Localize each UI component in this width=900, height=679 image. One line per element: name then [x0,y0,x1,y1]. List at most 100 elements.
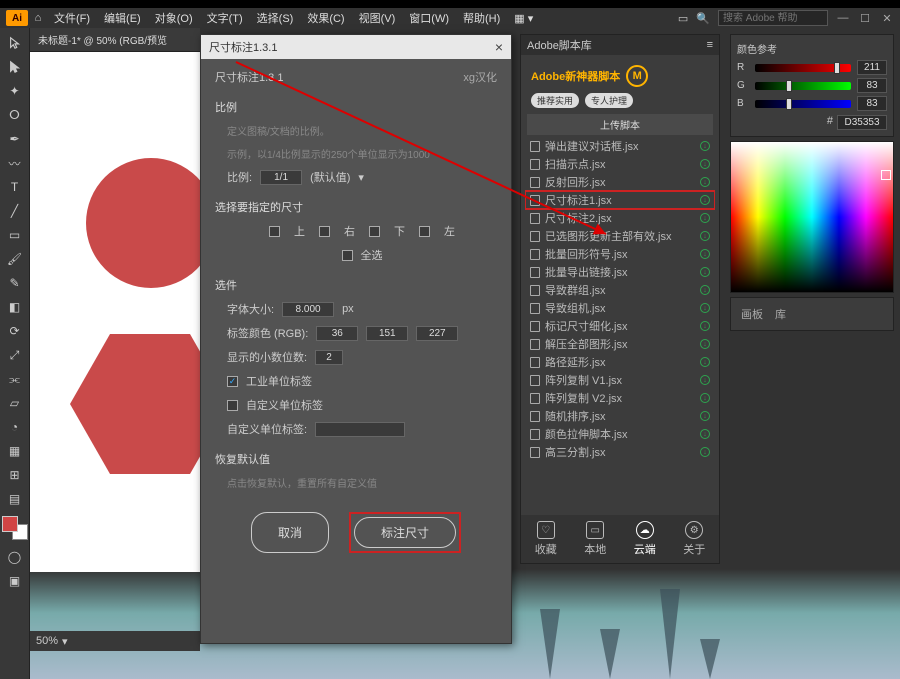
spectrum-marker[interactable] [881,170,891,180]
script-item[interactable]: 批量导出链接.jsx↓ [525,263,715,281]
search-input[interactable] [718,10,828,26]
download-icon[interactable]: ↓ [700,177,710,187]
b-slider[interactable] [755,100,851,108]
lasso-tool[interactable]: ⵔ [2,104,28,126]
footer-about[interactable]: ⚙关于 [683,521,705,557]
shaper-tool[interactable]: ✎ [2,272,28,294]
curve-tool[interactable]: 〰 [2,152,28,174]
download-icon[interactable]: ↓ [700,339,710,349]
chk-up[interactable] [269,226,280,237]
dialog-credit[interactable]: xg汉化 [463,69,497,85]
download-icon[interactable]: ↓ [700,429,710,439]
scale-input[interactable] [260,170,302,185]
rect-tool[interactable]: ▭ [2,224,28,246]
custom-unit-input[interactable] [315,422,405,437]
script-item[interactable]: 颜色拉伸脚本.jsx↓ [525,425,715,443]
menu-select[interactable]: 选择(S) [251,8,300,28]
script-item[interactable]: 阵列复制 V2.jsx↓ [525,389,715,407]
download-icon[interactable]: ↓ [700,195,710,205]
script-item[interactable]: 随机排序.jsx↓ [525,407,715,425]
script-item[interactable]: 已选图形更新主部有效.jsx↓ [525,227,715,245]
script-item[interactable]: 阵列复制 V1.jsx↓ [525,371,715,389]
dec-input[interactable] [315,350,343,365]
g-slider[interactable] [755,82,851,90]
document-tab[interactable]: 未标题-1* @ 50% (RGB/预览 [30,28,200,52]
menu-view[interactable]: 视图(V) [353,8,402,28]
menu-file[interactable]: 文件(F) [48,8,96,28]
menu-effect[interactable]: 效果(C) [301,8,350,28]
zoom-dropdown-icon[interactable]: ▾ [62,635,68,648]
ok-button[interactable]: 标注尺寸 [354,517,456,548]
eraser-tool[interactable]: ◧ [2,296,28,318]
script-item[interactable]: 批量回形符号.jsx↓ [525,245,715,263]
tab-swatchboard[interactable]: 画板 [741,306,763,322]
script-item[interactable]: 导致组机.jsx↓ [525,299,715,317]
chk-left[interactable] [419,226,430,237]
download-icon[interactable]: ↓ [700,267,710,277]
free-transform-tool[interactable]: ▱ [2,392,28,414]
share-icon[interactable]: ▭ [678,12,688,25]
rotate-tool[interactable]: ⟳ [2,320,28,342]
search-icon[interactable]: 🔍 [696,12,710,25]
footer-cloud[interactable]: ☁云端 [634,521,656,557]
pen-tool[interactable]: ✒ [2,128,28,150]
script-item[interactable]: 导致群组.jsx↓ [525,281,715,299]
canvas[interactable] [30,52,200,572]
script-panel-tab[interactable]: Adobe脚本库 ≡ [521,35,719,55]
script-item[interactable]: 扫描示点.jsx↓ [525,155,715,173]
download-icon[interactable]: ↓ [700,393,710,403]
download-icon[interactable]: ↓ [700,159,710,169]
chk-right[interactable] [319,226,330,237]
selection-tool[interactable] [2,32,28,54]
width-tool[interactable]: ⫘ [2,368,28,390]
scale-tool[interactable]: ⤢ [2,344,28,366]
line-tool[interactable]: ╱ [2,200,28,222]
perspective-tool[interactable]: ▦ [2,440,28,462]
script-item[interactable]: 尺寸标注1.jsx↓ [525,191,715,209]
menu-type[interactable]: 文字(T) [201,8,249,28]
footer-fav[interactable]: ♡收藏 [535,521,557,557]
download-icon[interactable]: ↓ [700,285,710,295]
type-tool[interactable]: T [2,176,28,198]
color-b-input[interactable] [416,326,458,341]
script-item[interactable]: 解压全部图形.jsx↓ [525,335,715,353]
upload-tab[interactable]: 上传脚本 [527,114,713,135]
script-item[interactable]: 反射回形.jsx↓ [525,173,715,191]
download-icon[interactable]: ↓ [700,249,710,259]
minimize-icon[interactable]: — [836,11,850,25]
screen-mode-icon[interactable]: ▣ [2,570,28,592]
color-g-input[interactable] [366,326,408,341]
download-icon[interactable]: ↓ [700,231,710,241]
panel-menu-icon[interactable]: ≡ [707,39,713,51]
pill-curated[interactable]: 专人护理 [585,93,633,108]
shape-builder-tool[interactable]: ◔ [2,416,28,438]
chk-all[interactable] [342,250,353,261]
footer-local[interactable]: ▭本地 [584,521,606,557]
menu-object[interactable]: 对象(O) [149,8,199,28]
direct-select-tool[interactable] [2,56,28,78]
color-r-input[interactable] [316,326,358,341]
scale-dropdown-icon[interactable]: ▾ [358,171,364,184]
chk-eng-unit[interactable] [227,376,238,387]
maximize-icon[interactable]: ☐ [858,11,872,25]
menu-window[interactable]: 窗口(W) [403,8,455,28]
dialog-close-icon[interactable]: × [495,39,503,55]
download-icon[interactable]: ↓ [700,213,710,223]
font-input[interactable] [282,302,334,317]
zoom-value[interactable]: 50% [36,635,58,647]
download-icon[interactable]: ↓ [700,447,710,457]
menu-edit[interactable]: 编辑(E) [98,8,147,28]
brush-tool[interactable]: 🖌 [2,248,28,270]
script-item[interactable]: 尺寸标注2.jsx↓ [525,209,715,227]
gradient-tool[interactable]: ▤ [2,488,28,510]
r-value[interactable]: 211 [857,60,887,75]
chk-down[interactable] [369,226,380,237]
hex-value[interactable]: D35353 [837,115,887,130]
download-icon[interactable]: ↓ [700,411,710,421]
script-item[interactable]: 弹出建议对话框.jsx↓ [525,137,715,155]
wand-tool[interactable]: ✦ [2,80,28,102]
tab-library[interactable]: 库 [775,306,786,322]
color-spectrum[interactable] [731,142,893,292]
shape-circle[interactable] [86,158,216,288]
script-item[interactable]: 标记尺寸细化.jsx↓ [525,317,715,335]
